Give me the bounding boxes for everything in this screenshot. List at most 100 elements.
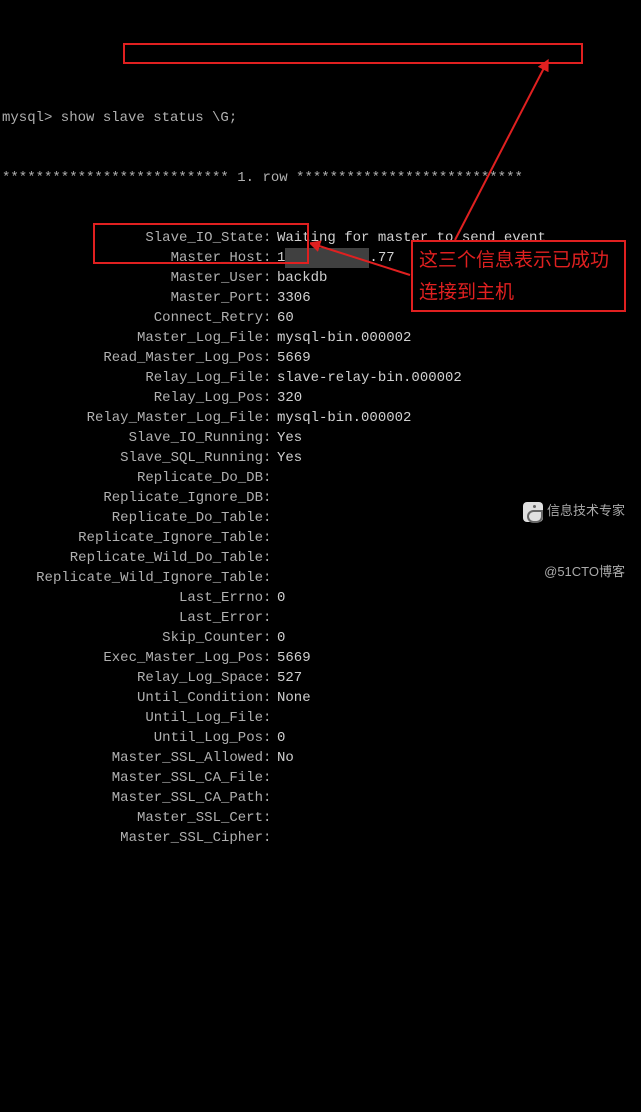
- status-label: Master_SSL_Cipher: [0, 828, 263, 848]
- colon: :: [263, 328, 277, 348]
- status-label: Slave_SQL_Running: [0, 448, 263, 468]
- colon: :: [263, 528, 277, 548]
- status-row: Master_SSL_CA_Path:: [0, 788, 641, 808]
- status-value: 320: [277, 388, 302, 408]
- status-label: Until_Log_Pos: [0, 728, 263, 748]
- status-label: Replicate_Do_DB: [0, 468, 263, 488]
- colon: :: [263, 748, 277, 768]
- colon: :: [263, 688, 277, 708]
- status-row: Master_SSL_CA_File:: [0, 768, 641, 788]
- status-label: Replicate_Do_Table: [0, 508, 263, 528]
- colon: :: [263, 828, 277, 848]
- status-value: 5669: [277, 648, 311, 668]
- status-row: Skip_Counter: 0: [0, 628, 641, 648]
- status-label: Master_SSL_Allowed: [0, 748, 263, 768]
- status-label: Replicate_Ignore_DB: [0, 488, 263, 508]
- colon: :: [263, 388, 277, 408]
- colon: :: [263, 668, 277, 688]
- colon: :: [263, 368, 277, 388]
- status-row: Master_SSL_Cert:: [0, 808, 641, 828]
- colon: :: [263, 288, 277, 308]
- status-row: Relay_Log_Space: 527: [0, 668, 641, 688]
- mysql-prompt: mysql> show slave status \G;: [0, 108, 641, 128]
- colon: :: [263, 428, 277, 448]
- colon: :: [263, 308, 277, 328]
- colon: :: [263, 268, 277, 288]
- status-label: Slave_IO_Running: [0, 428, 263, 448]
- status-value: mysql-bin.000002: [277, 328, 411, 348]
- wechat-icon: [523, 502, 543, 522]
- status-label: Master_Log_File: [0, 328, 263, 348]
- colon: :: [263, 348, 277, 368]
- colon: :: [263, 628, 277, 648]
- status-value: slave-relay-bin.000002: [277, 368, 462, 388]
- status-row: Last_Error:: [0, 608, 641, 628]
- watermark: 信息技术专家 @51CTO博客: [523, 461, 625, 602]
- watermark-text-2: @51CTO博客: [523, 562, 625, 582]
- status-row: Slave_IO_Running: Yes: [0, 428, 641, 448]
- status-row: Relay_Log_Pos: 320: [0, 388, 641, 408]
- status-row: Until_Condition: None: [0, 688, 641, 708]
- status-value: backdb: [277, 268, 327, 288]
- colon: :: [263, 468, 277, 488]
- status-row: Master_SSL_Allowed: No: [0, 748, 641, 768]
- status-label: Exec_Master_Log_Pos: [0, 648, 263, 668]
- status-row: Until_Log_File:: [0, 708, 641, 728]
- status-label: Last_Error: [0, 608, 263, 628]
- colon: :: [263, 768, 277, 788]
- status-label: Until_Condition: [0, 688, 263, 708]
- status-label: Last_Errno: [0, 588, 263, 608]
- status-row: Until_Log_Pos: 0: [0, 728, 641, 748]
- status-value: 3306: [277, 288, 311, 308]
- status-row: Read_Master_Log_Pos: 5669: [0, 348, 641, 368]
- colon: :: [263, 508, 277, 528]
- status-value: 527: [277, 668, 302, 688]
- status-label: Relay_Log_File: [0, 368, 263, 388]
- status-label: Replicate_Ignore_Table: [0, 528, 263, 548]
- colon: :: [263, 568, 277, 588]
- colon: :: [263, 808, 277, 828]
- status-label: Master_SSL_Cert: [0, 808, 263, 828]
- colon: :: [263, 588, 277, 608]
- colon: :: [263, 708, 277, 728]
- colon: :: [263, 608, 277, 628]
- status-row: Relay_Master_Log_File: mysql-bin.000002: [0, 408, 641, 428]
- highlight-box-slave-io-state: [123, 43, 583, 64]
- status-value: No: [277, 748, 294, 768]
- status-label: Master_SSL_CA_Path: [0, 788, 263, 808]
- status-label: Replicate_Wild_Ignore_Table: [0, 568, 263, 588]
- status-value: None: [277, 688, 311, 708]
- status-label: Relay_Log_Pos: [0, 388, 263, 408]
- status-label: Master_User: [0, 268, 263, 288]
- status-value: Yes: [277, 428, 302, 448]
- status-label: Connect_Retry: [0, 308, 263, 328]
- annotation-callout: 这三个信息表示已成功连接到主机: [411, 240, 626, 312]
- status-row: Master_SSL_Cipher:: [0, 828, 641, 848]
- status-label: Until_Log_File: [0, 708, 263, 728]
- status-value: 0: [277, 628, 285, 648]
- status-value: 60: [277, 308, 294, 328]
- colon: :: [263, 488, 277, 508]
- colon: :: [263, 548, 277, 568]
- watermark-text-1: 信息技术专家: [547, 503, 625, 518]
- status-value: Yes: [277, 448, 302, 468]
- status-value: 0: [277, 588, 285, 608]
- status-value: 5669: [277, 348, 311, 368]
- colon: :: [263, 448, 277, 468]
- status-value: mysql-bin.000002: [277, 408, 411, 428]
- colon: :: [263, 408, 277, 428]
- status-row: Relay_Log_File: slave-relay-bin.000002: [0, 368, 641, 388]
- status-label: Read_Master_Log_Pos: [0, 348, 263, 368]
- status-label: Master_SSL_CA_File: [0, 768, 263, 788]
- status-value: 0: [277, 728, 285, 748]
- colon: :: [263, 648, 277, 668]
- highlight-box-slave-running: [93, 223, 309, 264]
- status-label: Skip_Counter: [0, 628, 263, 648]
- status-row: Exec_Master_Log_Pos: 5669: [0, 648, 641, 668]
- status-label: Relay_Log_Space: [0, 668, 263, 688]
- colon: :: [263, 728, 277, 748]
- status-row: Master_Log_File: mysql-bin.000002: [0, 328, 641, 348]
- colon: :: [263, 788, 277, 808]
- row-separator: *************************** 1. row *****…: [0, 168, 641, 188]
- status-label: Replicate_Wild_Do_Table: [0, 548, 263, 568]
